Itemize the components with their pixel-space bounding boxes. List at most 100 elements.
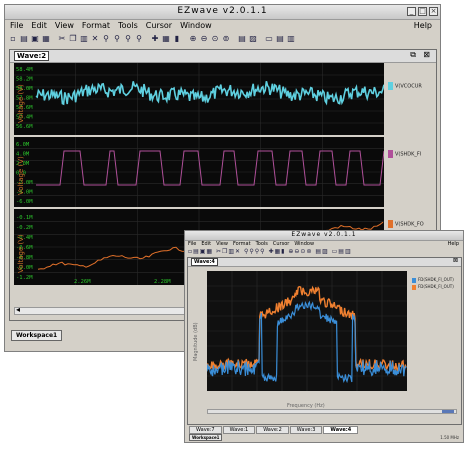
- menu-cursor[interactable]: Cursor: [146, 21, 172, 30]
- zoom-tool-3-icon[interactable]: ⚲: [123, 34, 133, 44]
- delete-icon[interactable]: ✕: [90, 34, 100, 44]
- spectrum-traces: [207, 271, 407, 391]
- chart-icon[interactable]: ▤: [237, 34, 247, 44]
- y-axis-label-top: Voltage (V): [17, 84, 25, 123]
- inset-window-title: EZwave v2.0.1.1: [291, 231, 357, 238]
- legend-3-label: V(SHDK_FO: [395, 221, 424, 228]
- new-icon[interactable]: ▫: [8, 34, 18, 44]
- inset-legend-1[interactable]: FD(SHDK_FI_OUT): [412, 277, 454, 283]
- scroll-left-icon[interactable]: ◂: [16, 305, 20, 314]
- x-tick-label: 2.28M: [154, 279, 171, 285]
- inset-workspace-tab[interactable]: Workspace1: [189, 434, 223, 441]
- workspace-tab[interactable]: Workspace1: [11, 330, 63, 341]
- inset-menu-format[interactable]: Format: [233, 241, 251, 247]
- inset-close-icon[interactable]: ⊠: [453, 257, 458, 264]
- tab-wave-4[interactable]: Wave:4: [323, 426, 359, 434]
- plot-area-top[interactable]: 58.4M 58.2M 58.0M 57.8M 57.6M 57.4M 56.6M: [14, 63, 384, 135]
- inset-scroll-thumb[interactable]: [442, 410, 454, 413]
- inset-menu-edit[interactable]: Edit: [201, 241, 211, 247]
- inset-scrollbar[interactable]: [207, 409, 457, 414]
- menu-tools[interactable]: Tools: [118, 21, 138, 30]
- inset-wave-titlebar[interactable]: Wave:4 ⊠: [188, 257, 461, 267]
- inset-legend-2-label: FD(SHDK_FI_OUT): [418, 284, 454, 289]
- y-tick-label: 58.4M: [16, 67, 33, 73]
- menu-format[interactable]: Format: [82, 21, 110, 30]
- close-button[interactable]: ×: [429, 7, 438, 16]
- y-tick-label: -6.0M: [16, 199, 33, 205]
- restore-icon[interactable]: ⧉: [410, 50, 416, 60]
- open-icon[interactable]: ▤: [19, 34, 29, 44]
- vcocur-trace-path: [35, 80, 384, 106]
- legend-2-swatch: [388, 150, 393, 158]
- legend-3-swatch: [388, 220, 393, 228]
- tab-wave-7[interactable]: Wave:7: [189, 426, 222, 434]
- tab-wave-2[interactable]: Wave:2: [256, 426, 289, 434]
- y-tick-label: -0.1M: [16, 215, 33, 221]
- copy-icon[interactable]: ❐: [68, 34, 78, 44]
- zoom-tool-4-icon[interactable]: ⚲: [134, 34, 144, 44]
- inset-legend-2-swatch: [412, 284, 416, 290]
- save-icon[interactable]: ▣: [30, 34, 40, 44]
- layout-1-icon[interactable]: ▭: [264, 34, 274, 44]
- shdk-fi-trace-path: [36, 150, 384, 186]
- spectrum-blue-trace: [207, 300, 407, 384]
- zoom-out-icon[interactable]: ⊖: [199, 34, 209, 44]
- inset-legend-2[interactable]: FD(SHDK_FI_OUT): [412, 284, 454, 290]
- measure-icon[interactable]: ▨: [248, 34, 258, 44]
- cursor-icon[interactable]: ✚: [150, 34, 160, 44]
- cut-icon[interactable]: ✂: [57, 34, 67, 44]
- inset-menu-view[interactable]: View: [216, 241, 228, 247]
- inset-toolbar-icons[interactable]: ▫▤▣▦ ✂❐▥✕ ⚲⚲⚲⚲ ✚▦▮ ⊕⊖⊙⊚ ▤▨ ▭▤▥: [188, 248, 352, 255]
- print-icon[interactable]: ▦: [41, 34, 51, 44]
- wave-title: Wave:2: [14, 51, 50, 61]
- layout-2-icon[interactable]: ▤: [275, 34, 285, 44]
- tab-wave-1[interactable]: Wave:1: [222, 426, 256, 434]
- menu-window[interactable]: Window: [180, 21, 212, 30]
- wave-subwindow-titlebar[interactable]: Wave:2 ⧉ ⊠: [10, 50, 436, 63]
- grid-icon[interactable]: ▦: [161, 34, 171, 44]
- legend-1-swatch: [388, 82, 393, 90]
- menu-edit[interactable]: Edit: [31, 21, 47, 30]
- menu-file[interactable]: File: [10, 21, 23, 30]
- spectrum-orange-trace: [207, 285, 407, 373]
- inset-y-axis-label: Magnitude (dB): [193, 322, 199, 361]
- main-titlebar[interactable]: EZwave v2.0.1.1 _ □ ×: [5, 5, 440, 20]
- inset-menu-cursor[interactable]: Cursor: [273, 241, 289, 247]
- maximize-button[interactable]: □: [418, 7, 427, 16]
- y-tick-label: 56.6M: [16, 124, 33, 130]
- inset-legend-1-swatch: [412, 277, 416, 283]
- minimize-button[interactable]: _: [407, 7, 416, 16]
- inset-plot-area[interactable]: [207, 271, 407, 391]
- inset-menu-help[interactable]: Help: [448, 241, 459, 247]
- inset-toolbar: ▫▤▣▦ ✂❐▥✕ ⚲⚲⚲⚲ ✚▦▮ ⊕⊖⊙⊚ ▤▨ ▭▤▥: [188, 248, 368, 256]
- legend-2[interactable]: V(SHDK_FI: [388, 150, 421, 158]
- legend-3[interactable]: V(SHDK_FO: [388, 220, 424, 228]
- main-menubar: File Edit View Format Tools Cursor Windo…: [10, 21, 440, 30]
- paste-icon[interactable]: ▥: [79, 34, 89, 44]
- menu-view[interactable]: View: [55, 21, 74, 30]
- close-icon[interactable]: ⊠: [423, 50, 430, 59]
- inset-menu-tools[interactable]: Tools: [256, 241, 268, 247]
- main-toolbar: ▫ ▤ ▣ ▦ ✂ ❐ ▥ ✕ ⚲ ⚲ ⚲ ⚲ ✚ ▦ ▮ ⊕ ⊖ ⊙ ⊚ ▤ …: [5, 33, 440, 45]
- legend-1-label: V(VCOCUR: [395, 83, 422, 90]
- menu-help[interactable]: Help: [414, 21, 432, 30]
- marker-icon[interactable]: ▮: [172, 34, 182, 44]
- y-tick-label: 58.2M: [16, 77, 33, 83]
- inset-status: 1.50 MHz: [440, 435, 459, 440]
- zoom-area-icon[interactable]: ⊚: [221, 34, 231, 44]
- plot-area-middle[interactable]: 6.0M 4.0M 2.0M 0.0 -2.0M -4.0M -6.0M: [14, 137, 384, 207]
- inset-menubar: File Edit View Format Tools Cursor Windo…: [188, 241, 463, 247]
- inset-wave-title: Wave:4: [191, 258, 218, 266]
- legend-1[interactable]: V(VCOCUR: [388, 82, 422, 90]
- inset-menu-window[interactable]: Window: [294, 241, 314, 247]
- layout-3-icon[interactable]: ▥: [286, 34, 296, 44]
- inset-menu-file[interactable]: File: [188, 241, 196, 247]
- y-axis-label-bottom: Voltage (V): [17, 234, 25, 273]
- zoom-tool-1-icon[interactable]: ⚲: [101, 34, 111, 44]
- y-tick-label: -0.2M: [16, 225, 33, 231]
- zoom-tool-2-icon[interactable]: ⚲: [112, 34, 122, 44]
- inset-titlebar[interactable]: EZwave v2.0.1.1: [185, 231, 463, 241]
- zoom-in-icon[interactable]: ⊕: [188, 34, 198, 44]
- zoom-fit-icon[interactable]: ⊙: [210, 34, 220, 44]
- tab-wave-3[interactable]: Wave:3: [289, 426, 323, 434]
